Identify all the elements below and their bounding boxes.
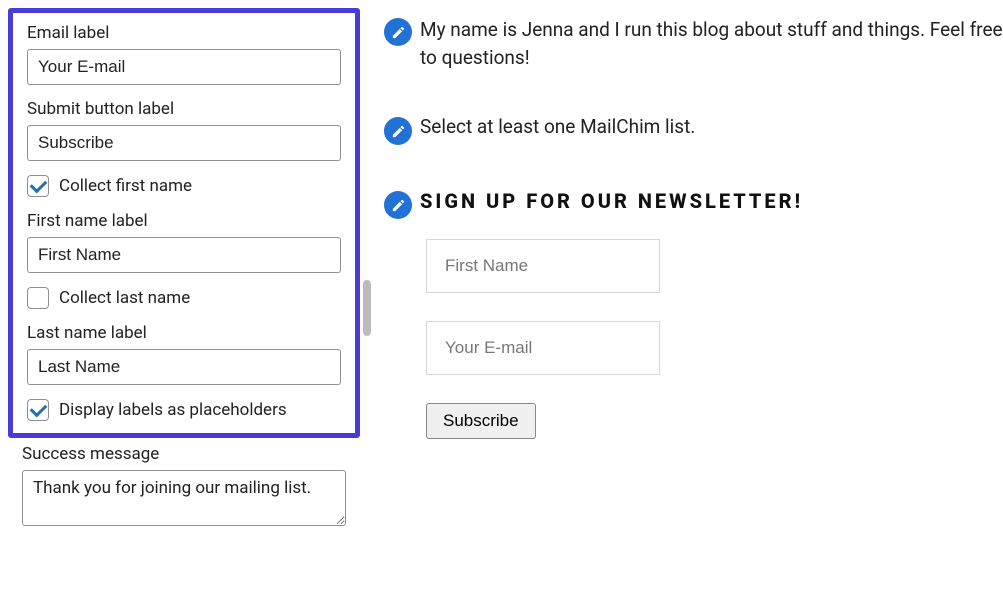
intro-text: My name is Jenna and I run this blog abo… bbox=[420, 16, 1003, 71]
success-message-input[interactable] bbox=[22, 470, 346, 526]
submit-label-title: Submit button label bbox=[27, 99, 341, 119]
display-placeholders-checkbox[interactable] bbox=[27, 399, 49, 421]
newsletter-block: SIGN UP FOR OUR NEWSLETTER! Subscribe bbox=[384, 189, 1003, 439]
submit-label-field: Submit button label bbox=[27, 99, 341, 161]
edit-icon[interactable] bbox=[384, 18, 412, 46]
first-name-label-field: First name label bbox=[27, 211, 341, 273]
intro-block: My name is Jenna and I run this blog abo… bbox=[384, 16, 1003, 71]
collect-last-name-checkbox[interactable] bbox=[27, 287, 49, 309]
newsletter-heading: SIGN UP FOR OUR NEWSLETTER! bbox=[420, 189, 1003, 213]
email-label-title: Email label bbox=[27, 23, 341, 43]
collect-first-name-label: Collect first name bbox=[59, 176, 192, 196]
last-name-label-field: Last name label bbox=[27, 323, 341, 385]
display-placeholders-row[interactable]: Display labels as placeholders bbox=[27, 399, 341, 421]
first-name-label-title: First name label bbox=[27, 211, 341, 231]
highlighted-settings-group: Email label Submit button label Collect … bbox=[8, 8, 360, 438]
email-preview-input[interactable] bbox=[426, 321, 660, 375]
warning-text: Select at least one MailChim list. bbox=[420, 115, 695, 138]
newsletter-content: SIGN UP FOR OUR NEWSLETTER! Subscribe bbox=[420, 189, 1003, 439]
edit-icon[interactable] bbox=[384, 117, 412, 145]
first-name-preview-input[interactable] bbox=[426, 239, 660, 293]
preview-pane: My name is Jenna and I run this blog abo… bbox=[374, 0, 1003, 596]
collect-first-name-checkbox[interactable] bbox=[27, 175, 49, 197]
last-name-label-title: Last name label bbox=[27, 323, 341, 343]
success-message-title: Success message bbox=[22, 444, 346, 464]
warning-block: Select at least one MailChim list. bbox=[384, 115, 1003, 145]
email-label-input[interactable] bbox=[27, 49, 341, 85]
email-label-field: Email label bbox=[27, 23, 341, 85]
display-placeholders-label: Display labels as placeholders bbox=[59, 400, 287, 420]
settings-sidebar: Email label Submit button label Collect … bbox=[0, 0, 360, 596]
last-name-label-input[interactable] bbox=[27, 349, 341, 385]
scrollbar-thumb[interactable] bbox=[363, 280, 371, 336]
success-message-field: Success message bbox=[8, 444, 360, 530]
collect-first-name-row[interactable]: Collect first name bbox=[27, 175, 341, 197]
collect-last-name-label: Collect last name bbox=[59, 288, 190, 308]
sidebar-scrollbar[interactable] bbox=[360, 0, 374, 596]
collect-last-name-row[interactable]: Collect last name bbox=[27, 287, 341, 309]
submit-label-input[interactable] bbox=[27, 125, 341, 161]
subscribe-button[interactable]: Subscribe bbox=[426, 403, 536, 439]
edit-icon[interactable] bbox=[384, 191, 412, 219]
first-name-label-input[interactable] bbox=[27, 237, 341, 273]
